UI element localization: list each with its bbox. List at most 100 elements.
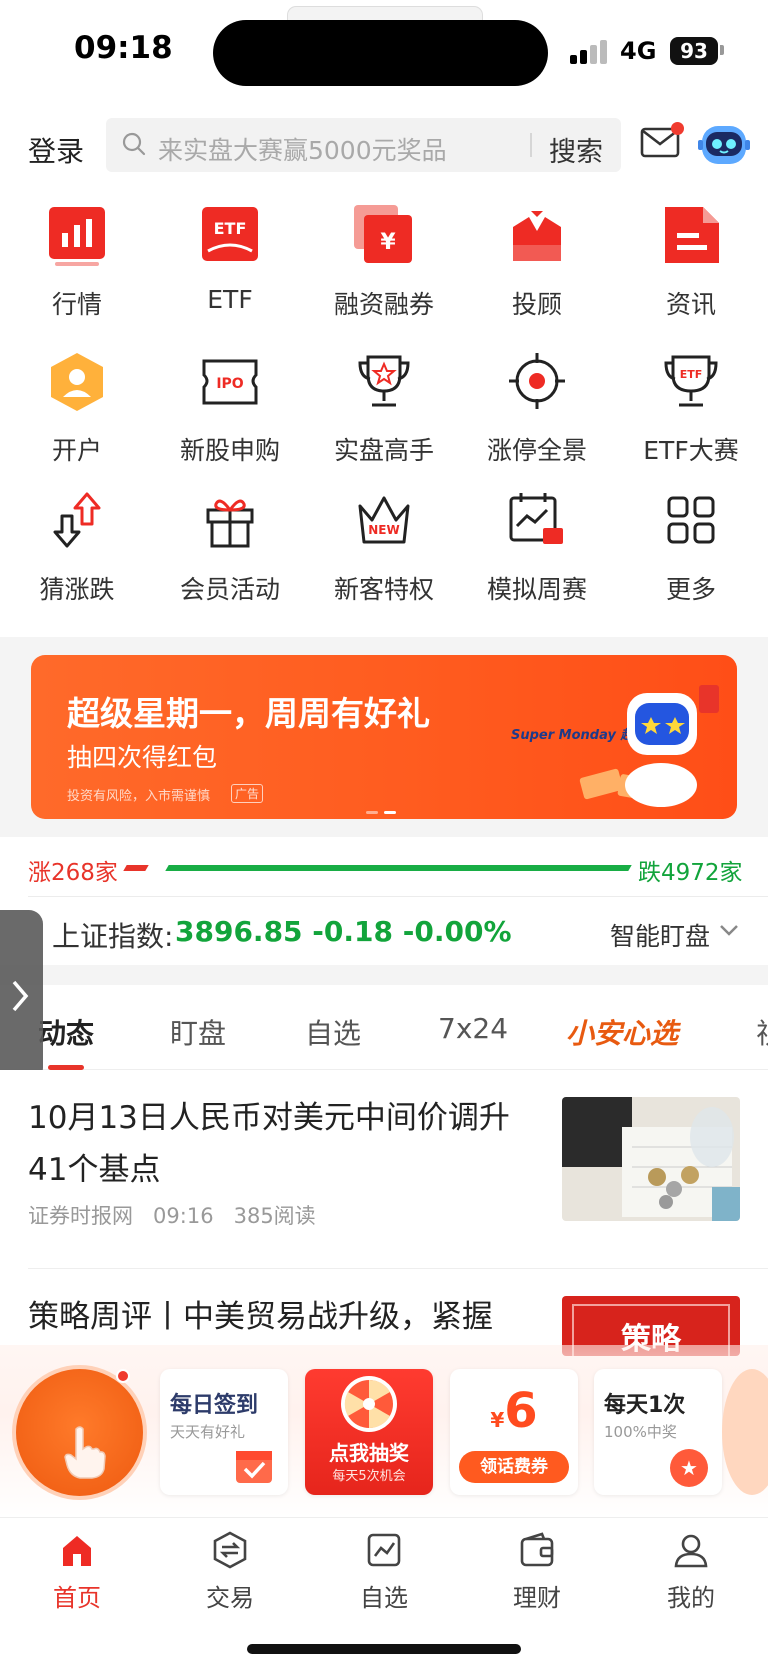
chevron-down-icon[interactable] [718, 919, 740, 941]
menu-item-limit-up[interactable]: 涨停全景 [460, 351, 614, 481]
tab-label: 理财 [513, 1584, 561, 1612]
advancers-count: 涨268家 [28, 860, 118, 886]
news-meta: 证券时报网 09:16 385阅读 [28, 1200, 316, 1230]
menu-item-market[interactable]: 行情 [0, 205, 154, 335]
svg-text:ETF: ETF [680, 368, 703, 381]
tab-label: 我的 [667, 1584, 715, 1612]
calendar-chart-icon [509, 493, 563, 544]
news-source: 证券时报网 [28, 1204, 133, 1228]
news-reads: 385阅读 [233, 1204, 316, 1228]
tab-label: 自选 [360, 1584, 408, 1612]
menu-item-trade-master[interactable]: 实盘高手 [307, 351, 461, 481]
svg-text:IPO: IPO [216, 376, 243, 392]
chevron-right-icon [12, 980, 29, 1012]
menu-item-advisor[interactable]: 投顾 [460, 205, 614, 335]
daily-prize-card[interactable]: 每天1次 100%中奖 ★ [594, 1369, 722, 1495]
index-name: 上证指数: [52, 920, 174, 953]
menu-label: 模拟周赛 [486, 575, 587, 604]
home-indicator [247, 1644, 521, 1654]
grid-more-icon [667, 496, 715, 544]
battery-icon: 93 [670, 37, 718, 65]
gift-icon [206, 499, 254, 548]
top-header: 登录 来实盘大赛赢5000元奖品 搜索 [0, 110, 768, 180]
calendar-check-icon [236, 1451, 272, 1483]
tab-mine[interactable]: 我的 [614, 1530, 768, 1613]
target-icon [509, 353, 565, 409]
search-placeholder: 来实盘大赛赢5000元奖品 [158, 136, 447, 165]
robot-assistant-icon[interactable] [698, 120, 750, 168]
menu-item-news[interactable]: 资讯 [614, 205, 768, 335]
signal-icon [570, 40, 610, 64]
menu-label: 更多 [665, 575, 716, 604]
menu-label: 涨停全景 [486, 436, 587, 465]
search-button[interactable]: 搜索 [549, 130, 603, 169]
tab-picks[interactable]: 小安心选 [566, 1012, 678, 1052]
smart-watch-button[interactable]: 智能盯盘 [610, 917, 710, 953]
news-item[interactable]: 策略周评丨中美贸易战升级，紧握 策略 [0, 1269, 768, 1356]
watchlist-icon [367, 1533, 401, 1567]
menu-item-open-account[interactable]: 开户 [0, 351, 154, 481]
index-ticker[interactable]: 上证指数: 3896.85 -0.18 -0.00% 智能盯盘 [0, 897, 768, 965]
news-doc-icon [665, 207, 719, 263]
menu-label: 新股申购 [179, 436, 280, 465]
checkin-title: 每日签到 [170, 1393, 259, 1418]
star-icon: ★ [670, 1449, 708, 1487]
status-time: 09:18 [74, 30, 173, 66]
market-breadth-bar[interactable]: 涨268家 跌4972家 [0, 837, 768, 897]
promo-next-peek[interactable] [722, 1369, 768, 1495]
tab-wealth[interactable]: 理财 [460, 1530, 614, 1613]
decliners-bar [165, 865, 632, 871]
menu-item-more[interactable]: 更多 [614, 490, 768, 620]
prize-wheel-icon [341, 1376, 397, 1432]
advisor-icon [513, 211, 561, 261]
etf-icon: ETF [202, 207, 258, 261]
tab-7x24[interactable]: 7x24 [438, 1012, 508, 1045]
trophy-star-icon [358, 355, 410, 407]
search-icon [122, 132, 146, 156]
ipo-icon: IPO [202, 359, 258, 405]
news-item[interactable]: 10月13日人民币对美元中间价调升41个基点 证券时报网 09:16 385阅读 [0, 1070, 768, 1268]
tab-watch[interactable]: 盯盘 [170, 1012, 226, 1052]
status-bar: 09:18 4G 93 [0, 0, 768, 105]
banner-disclaimer: 投资有风险，入市需谨慎 [67, 789, 211, 804]
tab-dynamics[interactable]: 动态 [38, 1012, 94, 1052]
menu-label: ETF大赛 [643, 436, 739, 465]
etf-trophy-icon: ETF [664, 355, 718, 407]
menu-label: 新客特权 [333, 575, 434, 604]
checkin-card[interactable]: 每日签到 天天有好礼 [160, 1369, 288, 1495]
search-bar[interactable]: 来实盘大赛赢5000元奖品 搜索 [106, 118, 621, 172]
menu-label: 投顾 [511, 290, 562, 319]
checkin-subtitle: 天天有好礼 [170, 1423, 246, 1441]
feed-tabs: 动态 盯盘 自选 7x24 小安心选 视 [0, 985, 768, 1070]
new-crown-icon: NEW [358, 496, 410, 544]
up-down-arrows-icon [53, 492, 101, 548]
lucky-hand-button[interactable] [12, 1365, 147, 1500]
profile-icon [674, 1534, 708, 1568]
section-gap [0, 965, 768, 985]
menu-item-guess[interactable]: 猜涨跌 [0, 490, 154, 620]
claim-credit-button[interactable]: 领话费券 [459, 1451, 569, 1483]
credit-amount: ¥6 [490, 1383, 538, 1439]
menu-item-ipo[interactable]: IPO 新股申购 [153, 351, 307, 481]
news-title: 策略周评丨中美贸易战升级，紧握 [28, 1299, 493, 1335]
lottery-card[interactable]: 点我抽奖 每天5次机会 [305, 1369, 433, 1495]
mail-badge [671, 122, 684, 135]
menu-item-margin[interactable]: ¥ 融资融券 [307, 205, 461, 335]
tab-home[interactable]: 首页 [0, 1530, 154, 1613]
login-button[interactable]: 登录 [28, 130, 84, 170]
tab-label: 交易 [206, 1584, 254, 1612]
promo-strip: 每日签到 天天有好礼 点我抽奖 每天5次机会 ¥6 领话费券 每天1次 100%… [0, 1345, 768, 1517]
wallet-icon [520, 1532, 554, 1567]
menu-item-etf-contest[interactable]: ETF ETF大赛 [614, 351, 768, 481]
phone-credit-card[interactable]: ¥6 领话费券 [450, 1369, 578, 1495]
menu-item-sim-contest[interactable]: 模拟周赛 [460, 490, 614, 620]
tab-favorites[interactable]: 自选 [305, 1012, 361, 1052]
tab-watchlist[interactable]: 自选 [307, 1530, 461, 1613]
tab-video[interactable]: 视 [756, 1012, 768, 1052]
tab-trade[interactable]: 交易 [153, 1530, 307, 1613]
menu-item-new-customer[interactable]: NEW 新客特权 [307, 490, 461, 620]
menu-item-etf[interactable]: ETF ETF [153, 205, 307, 335]
promo-banner[interactable]: 超级星期一，周周有好礼 抽四次得红包 投资有风险，入市需谨慎 广告 Super … [31, 655, 737, 819]
side-drawer-handle[interactable] [0, 910, 43, 1082]
menu-item-member[interactable]: 会员活动 [153, 490, 307, 620]
